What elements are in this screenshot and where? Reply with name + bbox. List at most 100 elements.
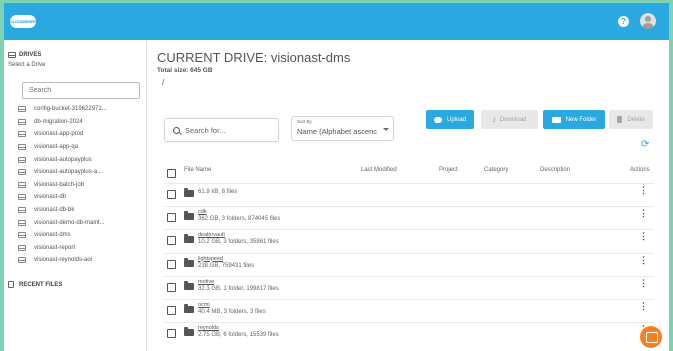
row-checkbox[interactable] bbox=[167, 236, 176, 246]
table-row[interactable]: dealervault 10.2 GB, 3 folders, 35861 fi… bbox=[164, 229, 654, 252]
drive-label: visionast-autopayplus bbox=[34, 156, 92, 163]
more-vertical-icon[interactable]: ⋮ bbox=[639, 255, 648, 264]
folder-name-link[interactable]: cdk bbox=[198, 209, 207, 215]
sidebar-item-drive[interactable]: visionast-reynolds-aoi bbox=[18, 254, 107, 267]
folder-name-link[interactable]: dealervault bbox=[198, 232, 225, 238]
select-drive-label: Select a Drive bbox=[8, 62, 46, 68]
download-icon: ⤓ bbox=[492, 115, 496, 123]
cloud-upload-icon bbox=[433, 115, 442, 123]
table-row[interactable]: ocmi 40.4 MB, 3 folders, 3 files ⋮ bbox=[164, 298, 654, 322]
download-button[interactable]: ⤓ Download bbox=[481, 110, 538, 129]
column-category[interactable]: Category bbox=[484, 167, 508, 173]
table-row[interactable]: lightspeed 238 GB, 759431 files ⋮ bbox=[164, 252, 654, 276]
chat-icon[interactable] bbox=[640, 326, 662, 348]
folder-icon bbox=[184, 211, 194, 221]
more-vertical-icon[interactable]: ⋮ bbox=[639, 301, 648, 310]
more-vertical-icon[interactable]: ⋮ bbox=[639, 278, 648, 287]
drive-icon bbox=[18, 232, 26, 239]
sort-by-value: Name (Alphabet ascenc bbox=[297, 127, 377, 136]
folder-name-link[interactable]: lightspeed bbox=[198, 256, 223, 262]
drive-label: visionast-reynolds-aoi bbox=[34, 257, 93, 264]
row-checkbox[interactable] bbox=[167, 190, 176, 199]
help-icon[interactable]: ? bbox=[618, 16, 629, 27]
sidebar-item-drive[interactable]: config-bucket-319622971... bbox=[18, 103, 107, 116]
sidebar-item-drive[interactable]: db-migration-2024 bbox=[18, 116, 107, 129]
column-file-name[interactable]: File Name bbox=[184, 167, 211, 173]
sidebar-item-drive[interactable]: visionast-batch-job bbox=[18, 179, 107, 192]
sidebar-item-drive[interactable]: visionast-autopayplus-a... bbox=[18, 166, 107, 179]
file-search-input[interactable]: Search for... bbox=[164, 118, 279, 142]
sidebar-item-drive[interactable]: visionast-demo-db-maint... bbox=[18, 216, 107, 229]
drive-search-input[interactable] bbox=[22, 82, 140, 99]
drive-icon bbox=[18, 194, 26, 201]
new-folder-button[interactable]: New Folder bbox=[543, 110, 605, 129]
upload-button[interactable]: Upload bbox=[426, 110, 474, 129]
drive-icon bbox=[8, 52, 16, 58]
row-checkbox[interactable] bbox=[167, 305, 176, 315]
column-project[interactable]: Project bbox=[439, 167, 458, 173]
drive-icon bbox=[18, 257, 26, 264]
column-description[interactable]: Description bbox=[540, 167, 570, 173]
drive-icon bbox=[18, 131, 26, 138]
folder-icon bbox=[184, 327, 194, 337]
recent-files-link[interactable]: RECENT FILES bbox=[8, 281, 62, 288]
row-info: 10.2 GB, 3 folders, 35861 files bbox=[198, 239, 279, 246]
sidebar-item-drive[interactable]: visionast-app-qa bbox=[18, 141, 107, 154]
sidebar-item-drive[interactable]: visionast-dms bbox=[18, 229, 107, 242]
row-info: 2.75 GB, 6 folders, 15539 files bbox=[198, 332, 279, 339]
sort-by-label: Sort By bbox=[297, 119, 312, 124]
drive-label: visionast-db-bk bbox=[34, 207, 75, 214]
sidebar-item-drive[interactable]: visionast-app-prod bbox=[18, 128, 107, 141]
drive-label: visionast-batch-job bbox=[34, 181, 85, 188]
more-vertical-icon[interactable]: ⋮ bbox=[639, 232, 648, 241]
sidebar-item-drive[interactable]: visionast-db-bk bbox=[18, 204, 107, 217]
drive-icon bbox=[18, 156, 26, 163]
chevron-down-icon bbox=[383, 128, 389, 131]
row-checkbox[interactable] bbox=[167, 282, 176, 292]
app-logo[interactable]: CLOUDBERRY bbox=[10, 15, 36, 28]
drive-label: visionast-report bbox=[34, 244, 76, 251]
folder-icon bbox=[184, 188, 194, 197]
row-info: 362 GB, 3 folders, 874045 files bbox=[198, 216, 281, 223]
refresh-icon[interactable]: ⟳ bbox=[641, 139, 649, 150]
folder-icon bbox=[184, 234, 194, 244]
drive-label: visionast-demo-db-maint... bbox=[34, 219, 105, 226]
drive-label: config-bucket-319622971... bbox=[34, 106, 107, 113]
app-window: CLOUDBERRY ? DRIVES Select a Drive confi… bbox=[4, 3, 669, 351]
folder-name-link[interactable]: motive bbox=[198, 279, 214, 285]
avatar[interactable] bbox=[640, 13, 656, 29]
row-info: 40.4 MB, 3 folders, 3 files bbox=[198, 308, 266, 315]
folder-name-link[interactable]: reynolds bbox=[198, 325, 219, 331]
breadcrumb[interactable]: / bbox=[162, 78, 164, 87]
recent-files-label: RECENT FILES bbox=[19, 281, 63, 288]
drive-label: visionast-app-qa bbox=[34, 144, 79, 151]
row-info: 32.3 GB, 1 folder, 199817 files bbox=[198, 285, 279, 292]
row-info: 61.9 kB, 8 files bbox=[198, 189, 238, 195]
column-actions: Actions bbox=[630, 167, 650, 173]
row-checkbox[interactable] bbox=[167, 259, 176, 269]
delete-button[interactable]: Delete bbox=[609, 110, 653, 129]
sort-by-select[interactable]: Sort By Name (Alphabet ascenc bbox=[291, 116, 394, 141]
row-checkbox[interactable] bbox=[167, 329, 176, 339]
sidebar-item-drive[interactable]: visionast-db bbox=[18, 191, 107, 204]
drive-icon bbox=[18, 181, 26, 188]
table-header: File Name Last Modified Project Category… bbox=[164, 164, 654, 178]
table-row[interactable]: reynolds 2.75 GB, 6 folders, 15539 files… bbox=[164, 322, 654, 345]
folder-name-link[interactable]: ocmi bbox=[198, 302, 210, 308]
table-row[interactable]: cdk 362 GB, 3 folders, 874045 files ⋮ bbox=[164, 206, 654, 229]
more-vertical-icon[interactable]: ⋮ bbox=[639, 186, 648, 195]
row-checkbox[interactable] bbox=[167, 213, 176, 223]
folder-icon bbox=[184, 257, 194, 267]
sidebar-item-drive[interactable]: visionast-report bbox=[18, 242, 107, 255]
drive-icon bbox=[18, 118, 26, 125]
sidebar-item-drive[interactable]: visionast-autopayplus bbox=[18, 153, 107, 166]
drive-list: config-bucket-319622971... db-migration-… bbox=[18, 103, 107, 267]
total-size: Total size: 645 GB bbox=[157, 67, 213, 74]
table-row[interactable]: motive 32.3 GB, 1 folder, 199817 files ⋮ bbox=[164, 275, 654, 299]
drives-title: DRIVES bbox=[19, 52, 42, 58]
table-row[interactable]: 61.9 kB, 8 files ⋮ bbox=[164, 183, 654, 206]
document-icon bbox=[8, 281, 14, 288]
drive-icon bbox=[18, 207, 26, 214]
more-vertical-icon[interactable]: ⋮ bbox=[639, 209, 648, 218]
column-last-modified[interactable]: Last Modified bbox=[361, 167, 397, 173]
